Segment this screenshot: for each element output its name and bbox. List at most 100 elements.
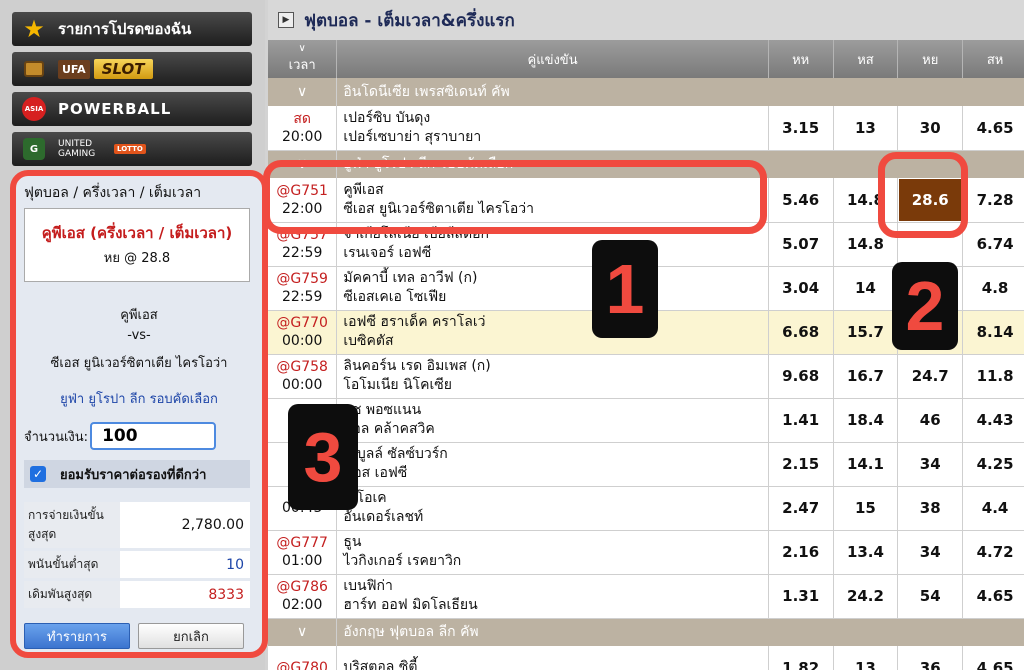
- away-team: ฟอส เอฟซี: [343, 465, 408, 481]
- odd-value: 4.25: [976, 455, 1014, 473]
- collapse-chevron-icon[interactable]: ∨: [268, 618, 338, 646]
- odd-cell[interactable]: 24.7: [897, 354, 964, 399]
- odd-cell[interactable]: 2.47: [768, 486, 834, 531]
- menu-united-gaming[interactable]: G UNITED GAMING LOTTO: [12, 132, 252, 166]
- odd-value: 54: [919, 587, 941, 605]
- odd-value: 13: [855, 118, 876, 137]
- amount-input[interactable]: [90, 422, 217, 450]
- bet-selection-title: คูพีเอส (ครึ่งเวลา / เต็มเวลา): [41, 224, 233, 242]
- odd-cell[interactable]: 18.4: [833, 398, 899, 443]
- odd-cell[interactable]: 38: [897, 486, 964, 531]
- odd-cell[interactable]: 4.4: [962, 486, 1024, 531]
- odd-value: 9.68: [782, 367, 820, 385]
- match-row: @Gด บูลล์ ซัลซ์บวร์กฟอส เอฟซี2.1514.1344…: [268, 442, 1024, 487]
- odd-cell[interactable]: 4.8: [962, 266, 1024, 311]
- limit-value: 10: [226, 556, 244, 573]
- odd-value: 8.14: [976, 323, 1014, 341]
- bet-selection-box: คูพีเอส (ครึ่งเวลา / เต็มเวลา) หย @ 28.8: [24, 208, 250, 282]
- odd-header: หย: [897, 40, 964, 78]
- annotation-number-1: 1: [592, 240, 658, 338]
- match-time-cell: @G786 02:00: [268, 574, 338, 619]
- match-teams-cell: เอโอเค อันเดอร์เลชท์: [336, 486, 769, 531]
- menu-powerball[interactable]: ASIA POWERBALL: [12, 92, 252, 126]
- odd-cell[interactable]: 4.25: [962, 442, 1024, 487]
- united-gaming-icon: G: [20, 137, 48, 161]
- odd-cell[interactable]: 24.2: [833, 574, 899, 619]
- odd-cell[interactable]: 4.43: [962, 398, 1024, 443]
- united-gaming-label: UNITED GAMING: [58, 139, 96, 159]
- odd-cell[interactable]: 3.04: [768, 266, 834, 311]
- slip-vs: -vs-: [127, 328, 151, 343]
- home-team: เปอร์ซิบ บันดุง: [343, 109, 431, 126]
- limit-row: พนันขั้นต่ำสุด 10: [24, 551, 250, 578]
- odd-value: 24.7: [911, 367, 949, 385]
- odd-cell[interactable]: 4.65: [962, 646, 1024, 670]
- odd-cell[interactable]: 15.7: [833, 310, 899, 355]
- odd-cell[interactable]: 54: [897, 574, 964, 619]
- odd-cell[interactable]: 2.15: [768, 442, 834, 487]
- odd-value: 14.1: [846, 455, 884, 473]
- odd-value: 2.16: [782, 543, 820, 561]
- odd-value: 4.43: [976, 411, 1014, 429]
- menu-ufa-slot[interactable]: UFA SLOT: [12, 52, 252, 86]
- odd-value: 46: [919, 411, 941, 429]
- odd-cell[interactable]: 1.82: [768, 646, 834, 670]
- submit-bet-button[interactable]: ทำรายการ: [24, 623, 130, 649]
- play-icon[interactable]: ▶: [278, 12, 294, 28]
- odd-cell[interactable]: 11.8: [962, 354, 1024, 399]
- odd-cell[interactable]: 3.15: [768, 106, 834, 151]
- odd-cell[interactable]: 8.14: [962, 310, 1024, 355]
- odd-cell[interactable]: 16.7: [833, 354, 899, 399]
- match-time: 00:00: [282, 377, 323, 393]
- odd-cell[interactable]: 4.72: [962, 530, 1024, 575]
- odd-cell[interactable]: 34: [897, 530, 964, 575]
- odd-cell[interactable]: 36: [897, 646, 964, 670]
- annotation-number-3: 3: [288, 404, 358, 510]
- odd-cell[interactable]: 6.74: [962, 222, 1024, 267]
- league-row[interactable]: ∨ อินโดนีเซีย เพรสซิเดนท์ คัพ: [268, 78, 1024, 106]
- odd-cell[interactable]: 1.41: [768, 398, 834, 443]
- odd-cell[interactable]: 7.28: [962, 178, 1024, 223]
- odd-cell[interactable]: 46: [897, 398, 964, 443]
- odd-cell[interactable]: 5.07: [768, 222, 834, 267]
- odd-value: 5.46: [782, 190, 820, 209]
- odd-value: 24.2: [846, 587, 884, 605]
- lotto-badge: LOTTO: [114, 144, 146, 154]
- odd-cell[interactable]: 14: [833, 266, 899, 311]
- odd-value: 5.07: [782, 235, 820, 253]
- league-row[interactable]: ∨ อังกฤษ ฟุตบอล ลีก คัพ: [268, 618, 1024, 646]
- time-column-header[interactable]: ∨ เวลา: [268, 40, 338, 78]
- odd-cell[interactable]: 1.31: [768, 574, 834, 619]
- odd-cell[interactable]: 9.68: [768, 354, 834, 399]
- odd-cell[interactable]: 13: [833, 106, 899, 151]
- accept-better-odds-row[interactable]: ✓ ยอมรับราคาต่อรองที่ดีกว่า: [24, 460, 250, 488]
- odd-cell[interactable]: 4.65: [962, 574, 1024, 619]
- odd-cell[interactable]: 4.65: [962, 106, 1024, 151]
- odd-cell[interactable]: 34: [897, 442, 964, 487]
- odd-cell[interactable]: 6.68: [768, 310, 834, 355]
- odd-header: สห: [962, 40, 1024, 78]
- match-row: @G786 02:00 เบนฟิก่า ฮาร์ท ออฟ มิดโลเธียน 1.…: [268, 574, 1024, 619]
- odd-cell[interactable]: 15: [833, 486, 899, 531]
- home-team: มัคคาบี้ เทล อาวีฟ (ก): [343, 270, 478, 286]
- cancel-bet-button[interactable]: ยกเลิก: [138, 623, 244, 649]
- odd-cell[interactable]: 5.46: [768, 178, 834, 223]
- odd-cell[interactable]: 14.1: [833, 442, 899, 487]
- odd-cell[interactable]: 2.16: [768, 530, 834, 575]
- odd-cell[interactable]: 13: [833, 646, 899, 670]
- checkbox-checked-icon[interactable]: ✓: [30, 466, 46, 482]
- odd-cell[interactable]: 30: [897, 106, 964, 151]
- odd-value: 13.4: [846, 543, 884, 561]
- amount-label: จำนวนเงิน:: [24, 429, 89, 445]
- match-time: 02:00: [282, 597, 323, 613]
- odd-header: หส: [833, 40, 899, 78]
- limit-label: พนันขั้นต่ำสุด: [24, 551, 120, 578]
- match-code: สด: [293, 110, 311, 127]
- collapse-chevron-icon[interactable]: ∨: [268, 78, 338, 106]
- match-time-cell: @G770 00:00: [268, 310, 338, 355]
- odd-value: 15.7: [846, 323, 884, 341]
- match-row: @G758 00:00 ลินคอร์น เรด อิมเพส (ก) โอโมเนี…: [268, 354, 1024, 399]
- match-row: @Gลช พอซแนนแอล คล้าคสวิค1.4118.4464.43: [268, 398, 1024, 443]
- menu-favorites[interactable]: ★ รายการโปรดของฉัน: [12, 12, 252, 46]
- odd-cell[interactable]: 13.4: [833, 530, 899, 575]
